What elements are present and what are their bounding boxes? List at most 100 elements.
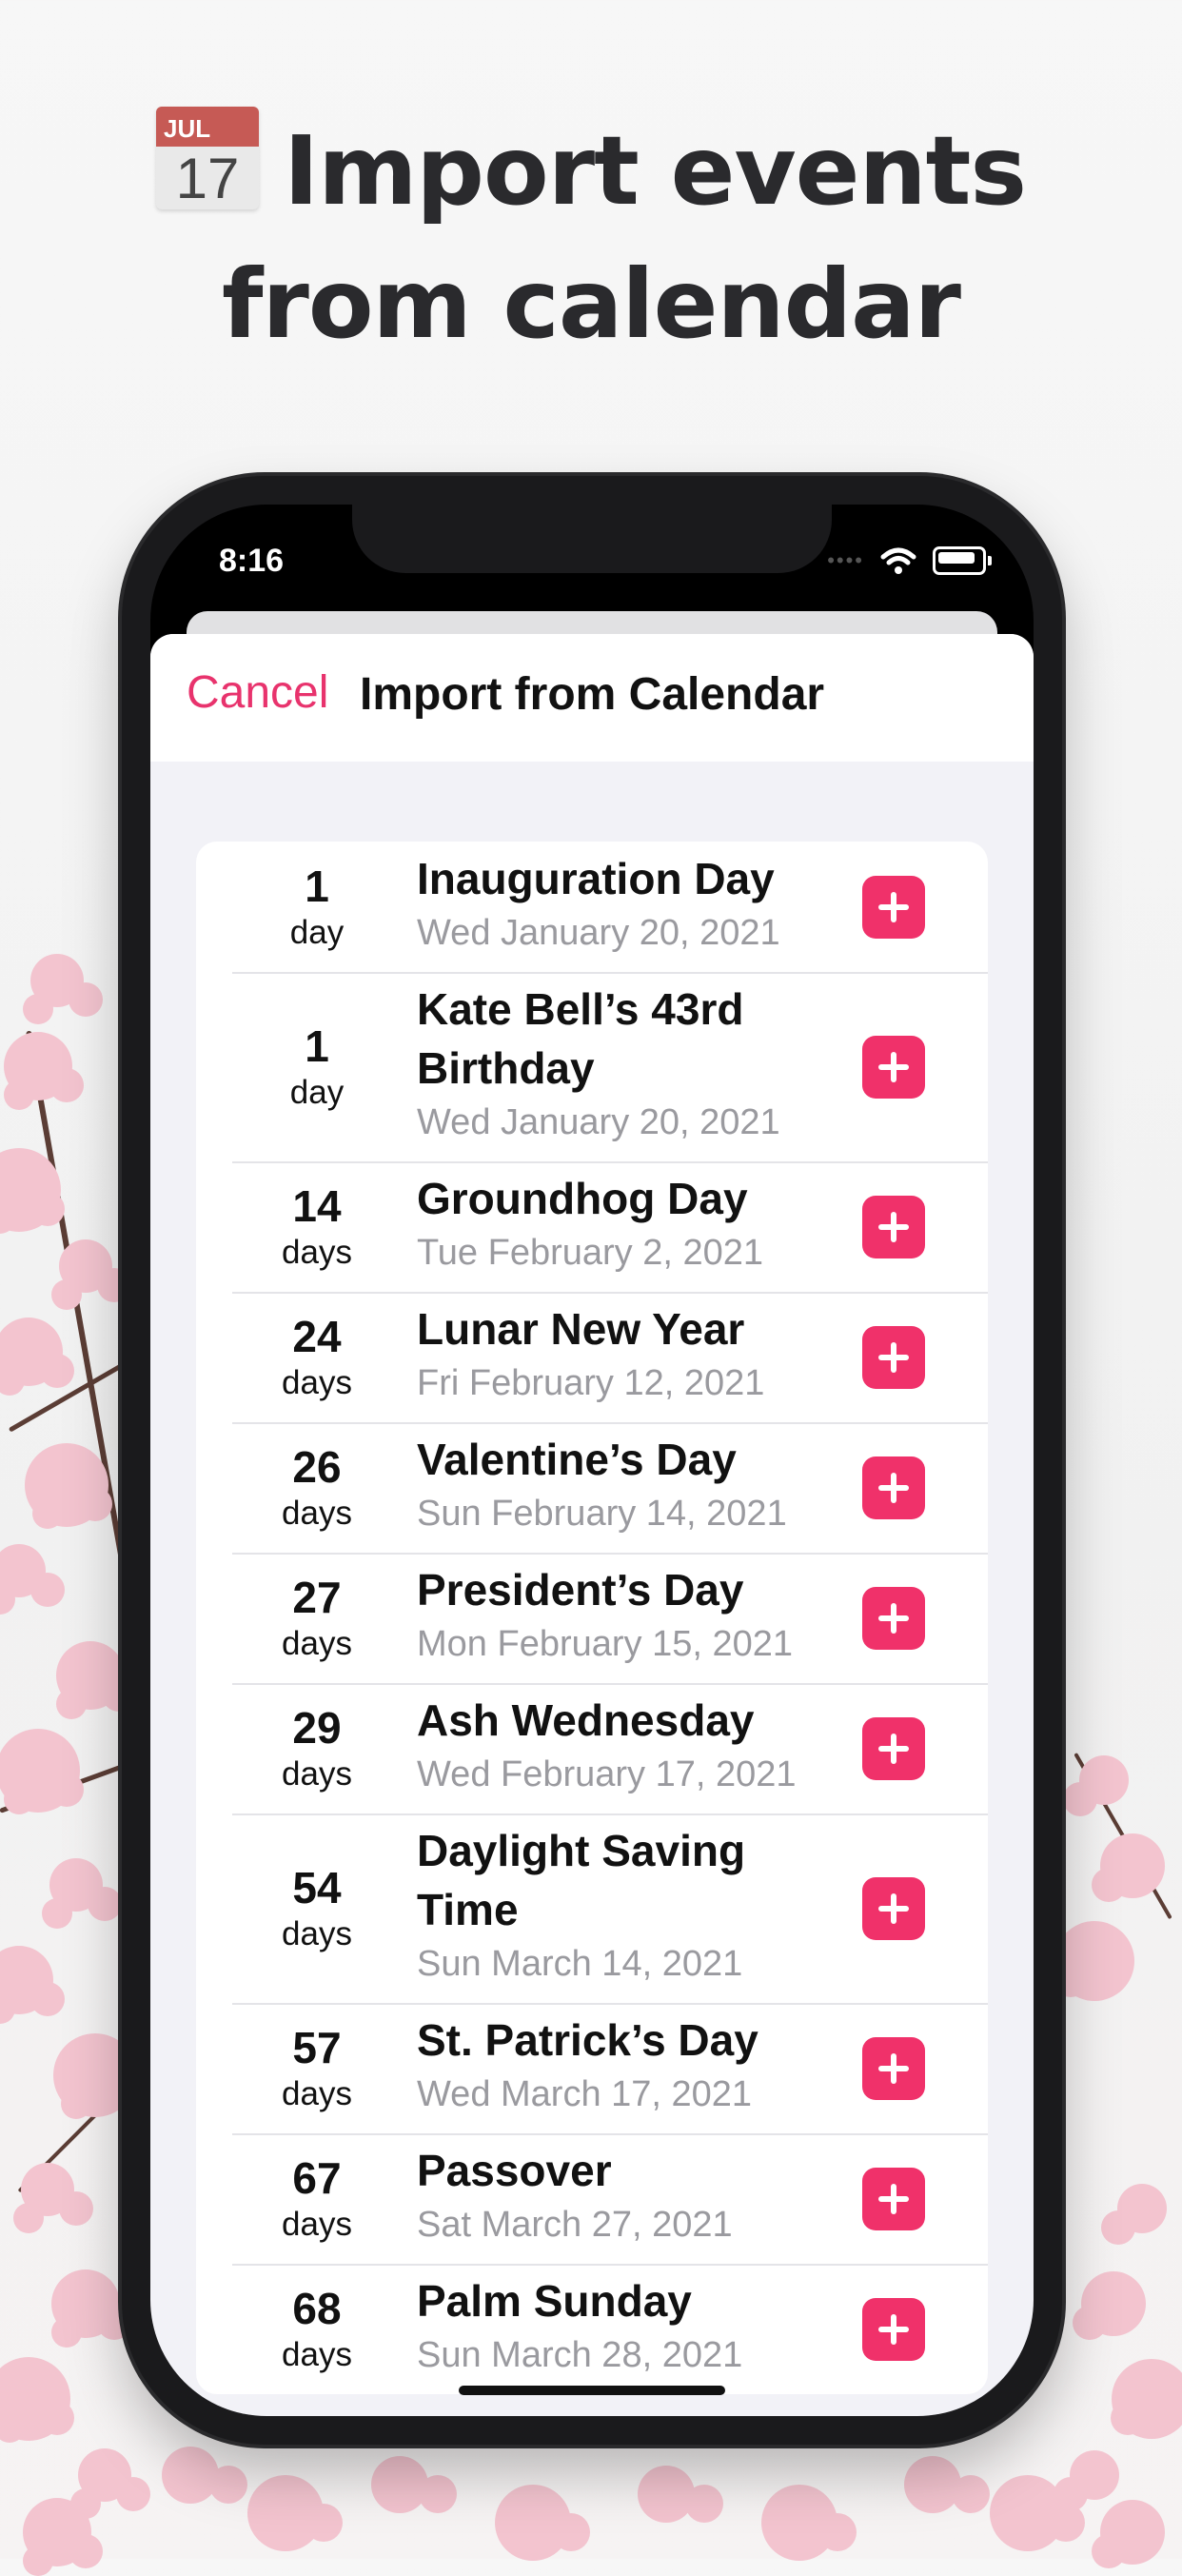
add-event-button[interactable] [862, 2036, 925, 2100]
days-until: 29 days [232, 1702, 402, 1795]
cancel-button[interactable]: Cancel [187, 666, 328, 719]
add-event-button[interactable] [862, 2297, 925, 2361]
blossom [1047, 2504, 1085, 2542]
blossom [1092, 2534, 1126, 2568]
days-count: 14 [292, 1180, 342, 1231]
days-unit: days [282, 1233, 352, 1271]
days-until: 57 days [232, 2022, 402, 2115]
event-date: Fri February 12, 2021 [417, 1363, 765, 1403]
event-title: Ash Wednesday [417, 1695, 755, 1745]
add-event-button[interactable] [862, 1195, 925, 1258]
event-title: Inauguration Day [417, 854, 775, 903]
days-unit: days [282, 1363, 352, 1401]
blossom [818, 2513, 857, 2551]
blossom [116, 2477, 150, 2511]
event-info: Palm Sunday Sun March 28, 2021 [417, 2271, 855, 2380]
blossom [49, 1773, 84, 1807]
event-date: Sun March 28, 2021 [417, 2335, 743, 2375]
event-date: Sun February 14, 2021 [417, 1494, 787, 1534]
blossom [32, 1498, 63, 1529]
event-info: Kate Bell’s 43rd Birthday Wed January 20,… [417, 980, 855, 1147]
days-count: 27 [292, 1572, 342, 1622]
event-info: Passover Sat March 27, 2021 [417, 2141, 855, 2249]
days-count: 1 [305, 1020, 329, 1071]
blossom [30, 1573, 65, 1607]
days-unit: day [289, 913, 345, 951]
phone-screen: 8:16 •••• Cancel Import from Calendar 1d… [150, 505, 1034, 2416]
signal-icon: •••• [827, 548, 864, 572]
blossom [40, 1354, 74, 1388]
add-event-button[interactable] [862, 1876, 925, 1940]
blossom [1111, 2401, 1145, 2435]
blossom [1073, 2306, 1107, 2340]
blossom [4, 1080, 34, 1110]
blossom [1063, 1782, 1097, 1816]
calendar-icon-month: JUL [156, 107, 260, 147]
blossom [1101, 2210, 1135, 2245]
event-row: 67 days Passover Sat March 27, 2021 [196, 2133, 988, 2264]
add-event-button[interactable] [862, 1325, 925, 1389]
event-info: Lunar New Year Fri February 12, 2021 [417, 1299, 855, 1408]
days-until: 54 days [232, 1862, 402, 1955]
event-info: Groundhog Day Tue February 2, 2021 [417, 1169, 855, 1278]
add-event-button[interactable] [862, 1716, 925, 1780]
event-row: 24 days Lunar New Year Fri February 12, 202… [196, 1292, 988, 1422]
blossom [0, 1365, 25, 1396]
event-date: Wed January 20, 2021 [417, 1102, 780, 1142]
event-info: Valentine’s Day Sun February 14, 2021 [417, 1430, 855, 1538]
days-unit: days [282, 1624, 352, 1662]
blossom [552, 2513, 590, 2551]
blossom [685, 2485, 723, 2523]
add-event-button[interactable] [862, 1586, 925, 1650]
days-count: 1 [305, 861, 329, 911]
event-title: Kate Bell’s 43rd Birthday [417, 984, 744, 1093]
event-row: 68 days Palm Sunday Sun March 28, 2021 [196, 2264, 988, 2394]
blossom [49, 1068, 84, 1102]
blossom [23, 2546, 53, 2576]
add-event-button[interactable] [862, 1035, 925, 1099]
wifi-icon [880, 547, 916, 574]
blossom [61, 2089, 91, 2119]
event-title: President’s Day [417, 1565, 744, 1615]
battery-icon [933, 546, 992, 575]
event-date: Wed March 17, 2021 [417, 2074, 753, 2114]
event-title: Valentine’s Day [417, 1435, 737, 1484]
days-count: 57 [292, 2022, 342, 2072]
blossom [371, 2456, 428, 2513]
event-info: Ash Wednesday Wed February 17, 2021 [417, 1691, 855, 1799]
days-count: 29 [292, 1702, 342, 1753]
event-row: 14 days Groundhog Day Tue February 2, 2021 [196, 1161, 988, 1292]
event-row: 1 day Inauguration Day Wed January 20, 2021 [196, 842, 988, 972]
phone-frame: 8:16 •••• Cancel Import from Calendar 1d… [122, 476, 1062, 2445]
event-title: Daylight Saving Time [417, 1826, 746, 1934]
calendar-icon: JUL 17 [156, 107, 260, 209]
days-unit: days [282, 1914, 352, 1952]
days-count: 24 [292, 1311, 342, 1361]
event-row: 29 days Ash Wednesday Wed February 17, 2021 [196, 1683, 988, 1813]
import-sheet: Cancel Import from Calendar 1 day Inaugura… [150, 634, 1034, 2416]
event-title: Groundhog Day [417, 1174, 748, 1223]
event-date: Sat March 27, 2021 [417, 2205, 733, 2245]
event-info: Daylight Saving Time Sun March 14, 2021 [417, 1821, 855, 1989]
event-date: Wed February 17, 2021 [417, 1754, 797, 1794]
blossom [42, 1898, 72, 1929]
days-until: 1 day [232, 861, 402, 954]
add-event-button[interactable] [862, 2167, 925, 2230]
event-title: Lunar New Year [417, 1304, 745, 1354]
event-title: Palm Sunday [417, 2276, 692, 2326]
days-unit: day [289, 1073, 345, 1111]
status-time: 8:16 [219, 543, 285, 579]
blossom [69, 982, 103, 1017]
blossom [51, 2317, 82, 2348]
event-info: St. Patrick’s Day Wed March 17, 2021 [417, 2011, 855, 2119]
add-event-button[interactable] [862, 1456, 925, 1519]
blossom [638, 2466, 695, 2523]
headline-line-2: from calendar [222, 248, 961, 360]
blossom [305, 2504, 343, 2542]
add-event-button[interactable] [862, 875, 925, 939]
home-indicator[interactable] [459, 2386, 725, 2395]
days-until: 14 days [232, 1180, 402, 1274]
days-count: 54 [292, 1862, 342, 1912]
days-until: 26 days [232, 1441, 402, 1535]
blossom [209, 2466, 247, 2504]
